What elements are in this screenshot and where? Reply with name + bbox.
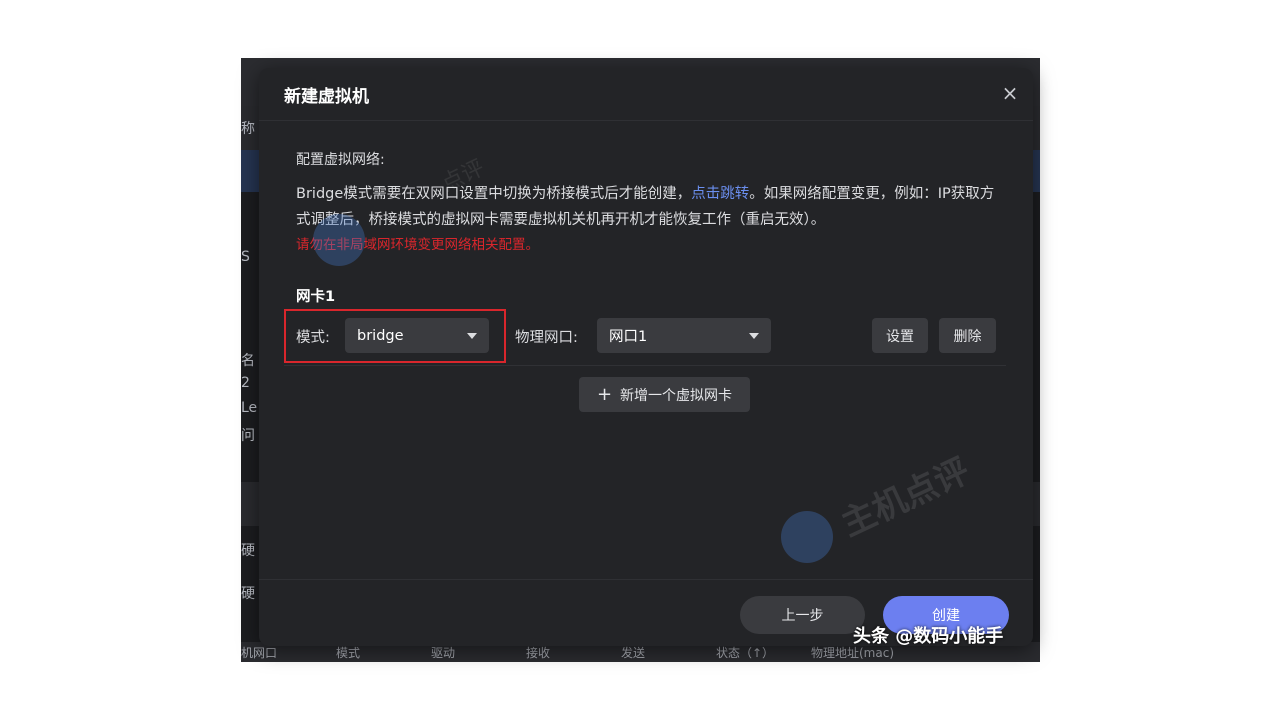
settings-button[interactable]: 设置 [872,318,928,353]
chevron-down-icon [749,332,759,339]
background-fragment-num: 2 [241,375,250,391]
delete-button[interactable]: 删除 [939,318,996,353]
section-label: 配置虚拟网络: [296,152,385,168]
watermark-logo [781,511,833,563]
jump-link[interactable]: 点击跳转 [691,186,749,202]
dialog-title: 新建虚拟机 [284,87,369,107]
add-nic-button[interactable]: + 新增一个虚拟网卡 [579,377,750,412]
description-text: Bridge模式需要在双网口设置中切换为桥接模式后才能创建， [296,186,692,202]
physical-port-label: 物理网口: [515,330,578,346]
previous-button[interactable]: 上一步 [740,596,865,634]
nic-divider [284,365,1006,366]
watermark-logo [313,214,365,266]
new-vm-dialog: 新建虚拟机 × 配置虚拟网络: Bridge模式需要在双网口设置中切换为桥接模式… [259,68,1033,646]
background-fragment-le: Le [241,400,258,416]
bridge-description: Bridge模式需要在双网口设置中切换为桥接模式后才能创建，点击跳转。如果网络配… [296,181,996,233]
footer-divider [259,579,1033,580]
background-fragment-name: 名 [241,353,255,369]
background-fragment-ask: 问 [241,428,255,444]
nic-title: 网卡1 [296,289,336,305]
background-disk-1: 硬 [241,543,255,559]
plus-icon: + [596,383,613,405]
add-nic-label: 新增一个虚拟网卡 [620,387,733,404]
mode-highlight-box [284,309,506,363]
close-icon[interactable]: × [999,82,1021,104]
physical-port-select[interactable]: 网口1 [597,318,771,353]
background-fragment-s: S [241,249,250,265]
dialog-header: 新建虚拟机 × [259,68,1033,121]
background-name-column: 称 [241,121,255,137]
credit-text: 头条 @数码小能手 [853,626,1004,647]
background-disk-2: 硬 [241,586,255,602]
physical-port-value: 网口1 [609,329,648,345]
